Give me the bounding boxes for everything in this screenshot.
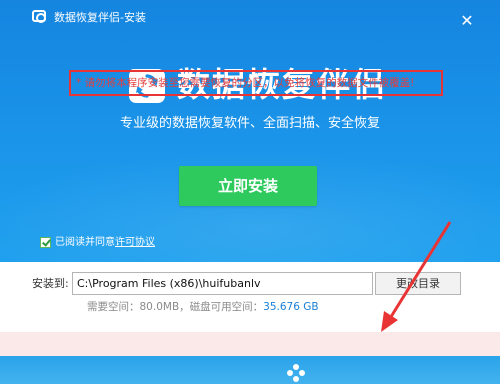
install-path-input[interactable]: C:\Program Files (x86)\huifubanlv: [72, 272, 373, 295]
license-agreement-link[interactable]: 许可协议: [115, 236, 155, 250]
disk-space-info: 需要空间：80.0MB，磁盘可用空间：35.676 GB: [87, 300, 319, 314]
desktop-background: [0, 356, 500, 384]
required-space-value: 80.0MB: [139, 301, 180, 313]
available-space-label: ，磁盘可用空间：: [179, 301, 264, 313]
product-slogan: 专业级的数据恢复软件、全面扫描、安全恢复: [119, 116, 380, 131]
camera-restore-icon: [32, 10, 46, 23]
required-space-label: 需要空间：: [87, 301, 140, 313]
window-title: 数据恢复伴侣-安装: [54, 11, 146, 24]
agreement-label: 已阅读并同意: [55, 237, 115, 248]
install-now-button[interactable]: 立即安装: [179, 166, 317, 206]
title-bar: 数据恢复伴侣-安装 ✕: [0, 0, 500, 30]
flower-logo-icon: [287, 364, 305, 382]
warning-text: * 请勿将本程序安装至您需要恢复的分区，以免将恢复的数据文件被覆盖!: [76, 77, 415, 89]
warning-bar: [0, 332, 500, 356]
change-directory-button[interactable]: 更改目录: [375, 272, 461, 295]
installer-header: 数据恢复伴侣-安装 ✕ 数据恢复伴侣 专业级的数据恢复软件、全面扫描、安全恢复 …: [0, 0, 500, 262]
available-space-value: 35.676 GB: [263, 301, 319, 313]
install-path-label: 安装到:: [32, 277, 69, 290]
close-button[interactable]: ✕: [456, 10, 478, 32]
agreement-checkbox[interactable]: [40, 237, 51, 248]
